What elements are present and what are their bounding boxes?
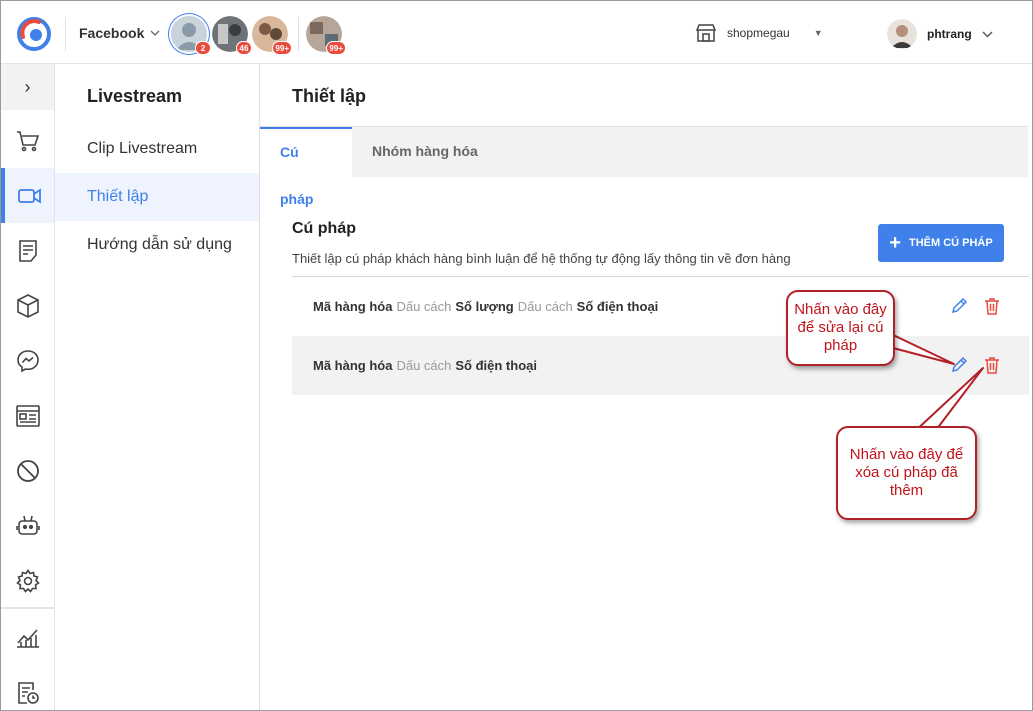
trash-icon[interactable] [984,356,1000,374]
add-syntax-label: THÊM CÚ PHÁP [908,237,993,249]
user-avatar [887,19,917,49]
rail-item-settings[interactable] [1,553,54,608]
trash-icon[interactable] [984,297,1000,315]
syntax-part: Số lượng [455,299,514,314]
app-window: Facebook 2 46 99+ 99+ shopmegau ▼ phtran… [0,0,1033,711]
rail-item-blocked[interactable] [1,443,54,498]
shop-selector[interactable]: shopmegau ▼ [695,23,823,43]
syntax-part: Mã hàng hóa [313,299,393,314]
tab-product-groups[interactable]: Nhóm hàng hóa [352,127,498,178]
rail-item-history[interactable] [1,665,54,710]
chevron-down-icon [150,30,160,36]
page-avatar[interactable]: 2 [171,16,211,55]
expand-sidebar-button[interactable]: › [1,64,54,110]
page-avatar[interactable]: 99+ [252,16,292,55]
divider [65,17,66,51]
shop-name: shopmegau [727,26,790,40]
delete-hint-text: Nhấn vào đây để xóa cú pháp đã thêm [849,446,964,499]
messenger-icon [16,349,39,372]
notification-badge: 2 [195,41,211,55]
add-syntax-button[interactable]: + THÊM CÚ PHÁP [878,224,1004,262]
syntax-part: Số điện thoại [455,358,537,373]
chevron-right-icon: › [24,76,31,97]
store-icon [695,24,717,42]
divider [298,17,299,51]
orders-icon [18,239,37,262]
rail-item-orders[interactable] [1,223,54,278]
syntax-part: Số điện thoại [576,299,659,314]
report-icon [16,628,39,648]
tab-bar: Cú pháp Nhóm hàng hóa [260,126,1028,207]
syntax-separator: Dấu cách [396,299,452,314]
menu-item-settings[interactable]: Thiết lập [55,173,259,221]
history-icon [17,681,39,704]
menu-item-clip-livestream[interactable]: Clip Livestream [55,125,259,173]
syntax-part: Mã hàng hóa [313,358,393,373]
edit-icon[interactable] [950,297,968,315]
rail-item-reports[interactable] [1,610,54,665]
syntax-separator: Dấu cách [396,358,452,373]
notification-badge: 46 [236,41,252,55]
user-name: phtrang [927,27,972,41]
top-bar: Facebook 2 46 99+ 99+ shopmegau ▼ phtran… [1,1,1032,64]
icon-rail: › [1,64,55,710]
cart-icon [16,130,39,151]
section-description: Thiết lập cú pháp khách hàng bình luận đ… [292,251,791,266]
chevron-down-icon [982,31,993,37]
edit-hint-text: Nhấn vào đây để sửa lại cú pháp [794,301,887,354]
rail-item-products[interactable] [1,278,54,333]
bot-icon [15,515,40,535]
video-icon [17,187,41,204]
page-avatar[interactable]: 46 [212,16,252,55]
notification-badge: 99+ [272,41,292,55]
delete-hint-callout: Nhấn vào đây để xóa cú pháp đã thêm [836,426,977,520]
main-content: Thiết lập Cú pháp Nhóm hàng hóa Cú pháp … [260,64,1032,710]
rail-item-sales[interactable] [1,113,54,168]
card-icon [15,404,40,427]
plus-icon: + [889,232,901,254]
box-icon [16,293,39,318]
menu-item-user-guide[interactable]: Hướng dẫn sử dụng [55,221,259,269]
page-title: Thiết lập [292,86,367,106]
settings-icon [15,568,40,593]
section-title: Cú pháp [292,220,356,237]
list-item: Mã hàng hóa Dấu cách Số lượng Dấu cách S… [292,277,1029,336]
rail-item-messenger[interactable] [1,333,54,388]
tab-syntax[interactable]: Cú pháp [260,127,352,207]
menu-title: Livestream [87,86,183,106]
app-logo[interactable] [17,17,51,51]
user-menu[interactable]: phtrang [887,19,993,49]
divider [1,607,54,609]
edit-hint-callout: Nhấn vào đây để sửa lại cú pháp [786,290,895,366]
block-icon [16,459,39,482]
livestream-menu: Livestream Clip Livestream Thiết lập Hướ… [55,64,260,710]
notification-badge: 99+ [326,41,346,55]
page-selector-label: Facebook [79,25,145,41]
rail-item-customers[interactable] [1,388,54,443]
syntax-list: Mã hàng hóa Dấu cách Số lượng Dấu cách S… [292,276,1029,395]
edit-icon[interactable] [950,356,968,374]
syntax-separator: Dấu cách [517,299,573,314]
rail-item-bot[interactable] [1,498,54,553]
rail-item-livestream[interactable] [1,168,54,223]
page-selector[interactable]: Facebook [79,25,160,41]
list-item: Mã hàng hóa Dấu cách Số điện thoại [292,336,1029,395]
caret-down-icon: ▼ [813,28,823,38]
page-avatar[interactable]: 99+ [306,16,346,55]
